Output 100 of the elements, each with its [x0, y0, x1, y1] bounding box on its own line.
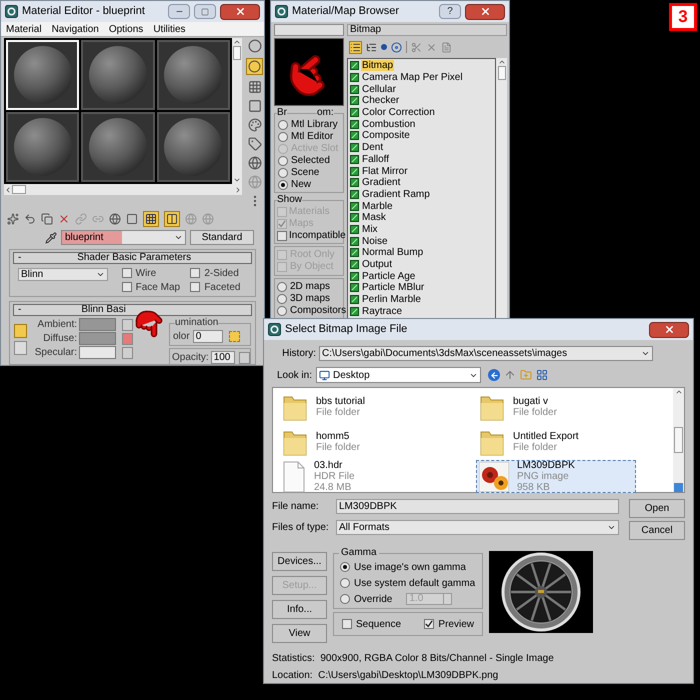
sphere-icon[interactable] — [248, 39, 262, 53]
look-in-dropdown[interactable]: Desktop — [316, 367, 481, 383]
map-list-item[interactable]: Noise — [361, 236, 389, 247]
history-dropdown[interactable]: C:\Users\gabi\Documents\3dsMax\sceneassets\images — [319, 346, 653, 361]
radio-button[interactable] — [278, 132, 288, 142]
columns-toggle-button[interactable] — [164, 211, 180, 227]
map-button[interactable] — [228, 331, 240, 342]
square-icon[interactable] — [126, 213, 138, 225]
scrollbar-thumb[interactable] — [12, 185, 26, 194]
radio-button[interactable] — [278, 168, 288, 178]
undo-icon[interactable] — [24, 213, 36, 225]
eyedropper-icon[interactable] — [45, 232, 57, 244]
menu-item[interactable]: Material — [6, 22, 42, 36]
menu-item[interactable]: Options — [108, 22, 144, 36]
map-list-item[interactable]: Mask — [361, 212, 387, 224]
radio-button[interactable] — [277, 282, 287, 292]
up-folder-icon[interactable] — [504, 369, 516, 381]
material-name-field[interactable]: blueprint — [61, 230, 186, 245]
view-menu-icon[interactable] — [536, 369, 548, 381]
scrollbar-thumb[interactable] — [233, 46, 241, 60]
vertical-scrollbar[interactable] — [496, 58, 507, 319]
globe-icon[interactable] — [248, 156, 262, 170]
close-button[interactable] — [220, 4, 260, 20]
map-list-item[interactable]: Gradient — [361, 177, 402, 188]
vertical-scrollbar[interactable] — [673, 388, 684, 492]
map-list-item[interactable]: Output — [361, 259, 394, 270]
map-list-item[interactable]: Gradient Ramp — [361, 188, 431, 200]
square-icon[interactable] — [248, 99, 262, 113]
rollout-header[interactable]: - Blinn Basi — [13, 304, 252, 316]
horizontal-scrollbar[interactable] — [4, 184, 242, 195]
collapse-sign[interactable]: - — [18, 253, 22, 263]
map-list-item[interactable]: Mix — [361, 224, 379, 235]
map-list-item[interactable]: Checker — [361, 95, 400, 106]
color-spinner[interactable]: 0 — [192, 330, 223, 343]
side-button[interactable]: View — [272, 624, 327, 643]
map-button[interactable] — [122, 346, 133, 358]
map-list-item[interactable]: Flat Mirror — [361, 166, 409, 177]
map-list-item[interactable]: Particle Age — [361, 270, 416, 282]
color-swatch[interactable] — [79, 318, 116, 331]
close-button[interactable] — [465, 4, 505, 20]
search-field[interactable] — [274, 24, 344, 36]
grid-icon[interactable] — [248, 80, 262, 94]
delete-icon[interactable] — [426, 42, 437, 52]
list-view-button[interactable] — [349, 40, 362, 54]
dialog-button[interactable]: Cancel — [629, 521, 685, 540]
map-list-item[interactable]: Color Correction — [361, 107, 436, 118]
color-swatch[interactable] — [79, 346, 116, 359]
side-button[interactable]: Devices... — [272, 552, 327, 571]
map-button[interactable] — [238, 352, 250, 364]
radio-button[interactable] — [340, 562, 350, 572]
radio-button[interactable] — [277, 294, 287, 304]
checkbox[interactable] — [122, 282, 132, 292]
rollout-header[interactable]: - Shader Basic Parameters — [13, 252, 252, 264]
tree-list-icon[interactable] — [366, 42, 377, 52]
map-button[interactable] — [122, 332, 133, 344]
checker-toggle-button[interactable] — [143, 211, 159, 227]
map-list-item[interactable]: Dent — [361, 142, 384, 154]
close-button[interactable] — [649, 322, 689, 338]
map-list-item[interactable]: Particle MBlur — [361, 282, 426, 294]
checkbox[interactable] — [424, 619, 434, 629]
shader-dropdown[interactable]: Blinn — [18, 268, 108, 281]
checkbox[interactable] — [122, 268, 132, 278]
collapse-sign[interactable]: - — [18, 305, 22, 315]
map-list-item[interactable]: Perlin Marble — [361, 294, 422, 306]
menu-item[interactable]: Navigation — [52, 22, 99, 36]
radio-button[interactable] — [340, 578, 350, 588]
radio-button[interactable] — [278, 180, 288, 190]
map-list-item[interactable]: Composite — [361, 130, 411, 142]
radio-button[interactable] — [278, 156, 288, 166]
file-item[interactable]: homm5 File folder — [279, 425, 439, 458]
menu-item[interactable]: Utilities — [153, 22, 186, 36]
map-list-item[interactable]: Combustion — [361, 118, 416, 130]
map-list-item[interactable]: Normal Bump — [361, 247, 424, 258]
sparkle-icon[interactable] — [7, 213, 19, 225]
color-swatch[interactable] — [79, 332, 116, 345]
map-list-item[interactable]: Raytrace — [361, 306, 404, 317]
delete-icon[interactable] — [58, 213, 70, 225]
palette-icon[interactable] — [248, 118, 262, 132]
map-list-item[interactable]: Falloff — [361, 154, 390, 165]
side-button[interactable]: Info... — [272, 600, 327, 619]
dot-icon[interactable] — [381, 44, 387, 50]
document-icon[interactable] — [441, 42, 452, 52]
globe-icon[interactable] — [109, 213, 121, 225]
material-type-button[interactable]: Standard — [190, 230, 254, 245]
maximize-button[interactable] — [194, 4, 216, 19]
radio-button[interactable] — [277, 306, 287, 316]
map-button[interactable] — [122, 318, 133, 330]
map-list-item[interactable]: Cellular — [361, 84, 397, 95]
radio-button[interactable] — [340, 594, 350, 604]
copy-icon[interactable] — [41, 213, 53, 225]
scrollbar-thumb[interactable] — [498, 66, 506, 80]
map-list-item[interactable]: Camera Map Per Pixel — [361, 72, 464, 84]
file-item[interactable]: 03.hdr HDR File 24.8 MB — [279, 460, 439, 493]
back-button[interactable] — [488, 369, 500, 381]
file-item[interactable]: Untitled Export File folder — [476, 425, 636, 458]
radio-button[interactable] — [278, 120, 288, 130]
map-list-item[interactable]: Marble — [361, 200, 394, 212]
checkbox[interactable] — [342, 619, 352, 629]
file-item[interactable]: LM309DBPK PNG image 958 KB — [476, 460, 636, 493]
checkbox[interactable] — [190, 282, 200, 292]
